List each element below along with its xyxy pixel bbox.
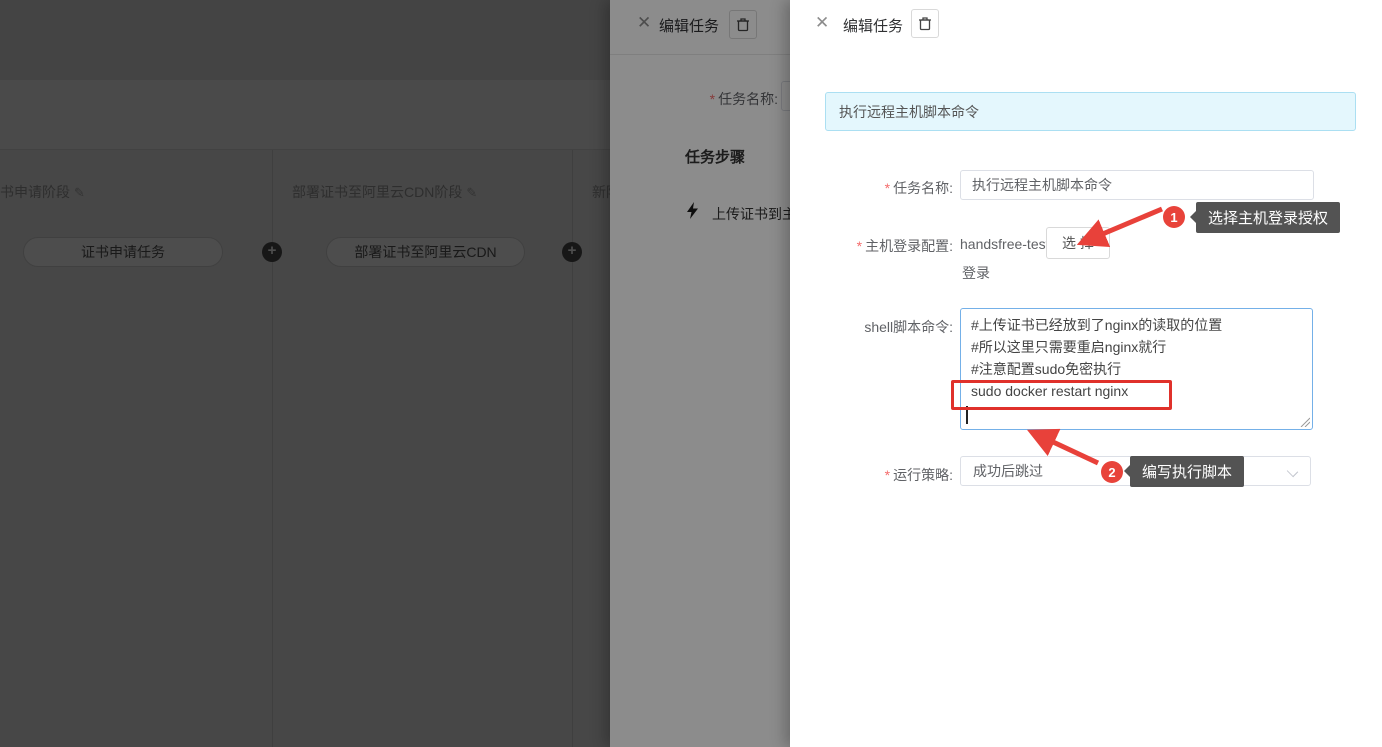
task-type-alert: 执行远程主机脚本命令 — [825, 92, 1356, 131]
required-mark: * — [885, 467, 890, 483]
required-mark: * — [885, 180, 890, 196]
label-text: 任务名称: — [893, 180, 953, 196]
shell-line: #注意配置sudo免密执行 — [971, 358, 1302, 380]
shell-script-textarea[interactable]: #上传证书已经放到了nginx的读取的位置 #所以这里只需要重启nginx就行 … — [960, 308, 1313, 430]
task-name-input[interactable]: 执行远程主机脚本命令 — [960, 170, 1314, 200]
drawer-title: 编辑任务 — [843, 15, 903, 36]
task-name-label: *任务名称: — [803, 178, 953, 198]
choose-host-button[interactable]: 选 择 — [1046, 227, 1110, 259]
label-text: 运行策略: — [893, 467, 953, 483]
host-login-value: handsfree-test — [960, 236, 1050, 252]
edit-task-drawer: ✕ 编辑任务 执行远程主机脚本命令 *任务名称: 执行远程主机脚本命令 *主机登… — [790, 0, 1382, 747]
label-text: shell脚本命令: — [864, 319, 953, 335]
tooltip-text: 编写执行脚本 — [1142, 461, 1232, 482]
close-icon[interactable]: ✕ — [815, 14, 829, 31]
chevron-down-icon — [1287, 466, 1298, 477]
tooltip-choose-host: 选择主机登录授权 — [1196, 202, 1340, 233]
host-login-value-line2: 登录 — [962, 263, 990, 283]
shell-line: #上传证书已经放到了nginx的读取的位置 — [971, 314, 1302, 336]
step-badge-1: 1 — [1163, 206, 1185, 228]
selected-value: 成功后跳过 — [973, 461, 1043, 481]
shell-line: #所以这里只需要重启nginx就行 — [971, 336, 1302, 358]
tooltip-text: 选择主机登录授权 — [1208, 207, 1328, 228]
modal-mask[interactable] — [0, 0, 790, 747]
trash-icon — [918, 16, 932, 31]
highlight-box — [951, 380, 1172, 410]
tooltip-arrow — [1190, 211, 1196, 223]
tooltip-write-script: 编写执行脚本 — [1130, 456, 1244, 487]
resize-handle-icon[interactable] — [1299, 416, 1310, 427]
step-badge-2: 2 — [1101, 461, 1123, 483]
required-mark: * — [857, 238, 862, 254]
host-login-label: *主机登录配置: — [803, 236, 953, 256]
shell-script-label: shell脚本命令: — [803, 317, 953, 337]
delete-task-button[interactable] — [911, 9, 939, 38]
run-policy-label: *运行策略: — [803, 465, 953, 485]
label-text: 主机登录配置: — [865, 238, 953, 254]
tooltip-arrow — [1124, 465, 1130, 477]
